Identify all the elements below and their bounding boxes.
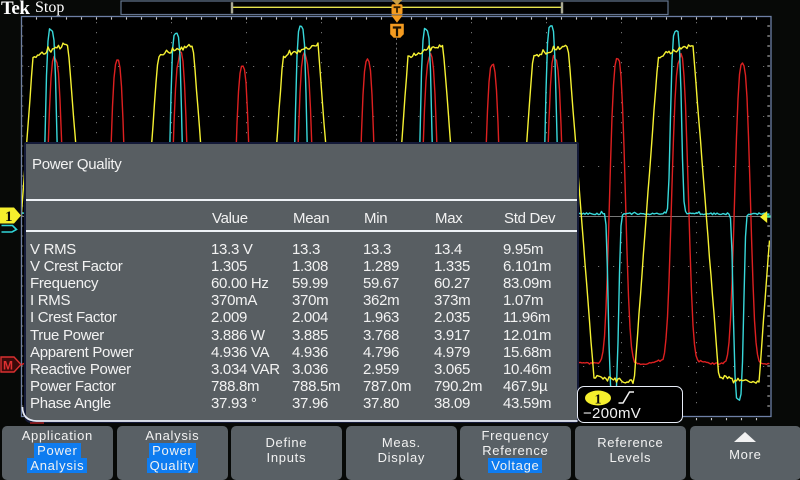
svg-text:1: 1: [5, 209, 13, 225]
svg-text:M: M: [3, 359, 13, 373]
